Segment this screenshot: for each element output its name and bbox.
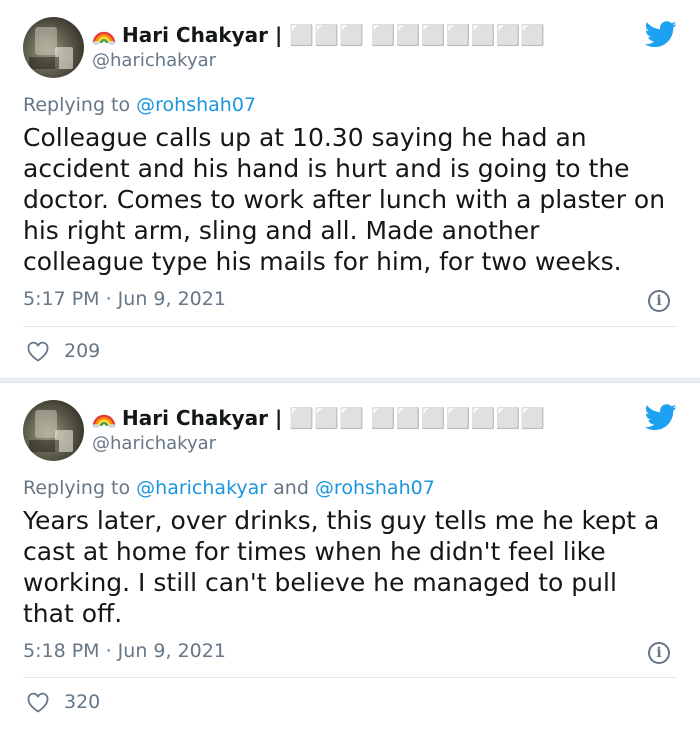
like-action[interactable]: 320 [26,691,100,713]
user-handle[interactable]: @harichakyar [92,433,216,454]
tweet-text-line: his right arm, sling and all. Made anoth… [23,216,540,245]
tweet-card[interactable]: Hari Chakyar | ⬜⬜⬜ ⬜⬜⬜⬜⬜⬜⬜ @harichakyar … [0,383,700,731]
replying-to: Replying to @rohshah07 [23,94,256,116]
tweet-text-line: colleague type his mails for him, for tw… [23,247,622,276]
timestamp[interactable]: 5:18 PM · Jun 9, 2021 [23,640,226,662]
mention-link[interactable]: @harichakyar [136,477,267,499]
user-handle[interactable]: @harichakyar [92,50,216,71]
author-name-row[interactable]: Hari Chakyar | ⬜⬜⬜ ⬜⬜⬜⬜⬜⬜⬜ [92,404,545,432]
tweet-text-line: Colleague calls up at 10.30 saying he ha… [23,123,587,152]
like-count: 320 [64,691,101,713]
replying-label: Replying to [23,94,137,116]
heart-icon[interactable] [26,691,50,713]
divider [23,677,677,678]
avatar[interactable] [23,17,84,78]
like-count: 209 [64,340,101,362]
display-name[interactable]: Hari Chakyar | ⬜⬜⬜ ⬜⬜⬜⬜⬜⬜⬜ [122,23,545,47]
tweet-text-line: cast at home for times when he didn't fe… [23,537,606,566]
tweet-text-line: working. I still can't believe he manage… [23,568,617,597]
mention-link[interactable]: @rohshah07 [315,477,435,499]
like-action[interactable]: 209 [26,340,100,362]
mention-link[interactable]: @rohshah07 [136,94,256,116]
replying-to: Replying to @harichakyar and @rohshah07 [23,477,435,499]
avatar[interactable] [23,400,84,461]
tweet-text-line: accident and his hand is hurt and is goi… [23,154,630,183]
divider [23,326,677,327]
tweet-text-line: Years later, over drinks, this guy tells… [23,506,660,535]
info-icon[interactable]: i [648,290,670,312]
tweet-card[interactable]: Hari Chakyar | ⬜⬜⬜ ⬜⬜⬜⬜⬜⬜⬜ @harichakyar … [0,0,700,378]
tweet-text: Colleague calls up at 10.30 saying he ha… [23,122,683,277]
replying-and: and [267,477,315,499]
replying-label: Replying to [23,477,137,499]
info-icon[interactable]: i [648,642,670,664]
heart-icon[interactable] [26,340,50,362]
twitter-bird-icon[interactable] [645,18,677,50]
rainbow-icon [92,414,116,428]
timestamp[interactable]: 5:17 PM · Jun 9, 2021 [23,288,226,310]
tweet-text-line: doctor. Comes to work after lunch with a… [23,185,666,214]
rainbow-icon [92,31,116,45]
tweet-text: Years later, over drinks, this guy tells… [23,505,683,629]
author-name-row[interactable]: Hari Chakyar | ⬜⬜⬜ ⬜⬜⬜⬜⬜⬜⬜ [92,21,545,49]
display-name[interactable]: Hari Chakyar | ⬜⬜⬜ ⬜⬜⬜⬜⬜⬜⬜ [122,406,545,430]
twitter-bird-icon[interactable] [645,401,677,433]
tweet-text-line: that off. [23,599,123,628]
